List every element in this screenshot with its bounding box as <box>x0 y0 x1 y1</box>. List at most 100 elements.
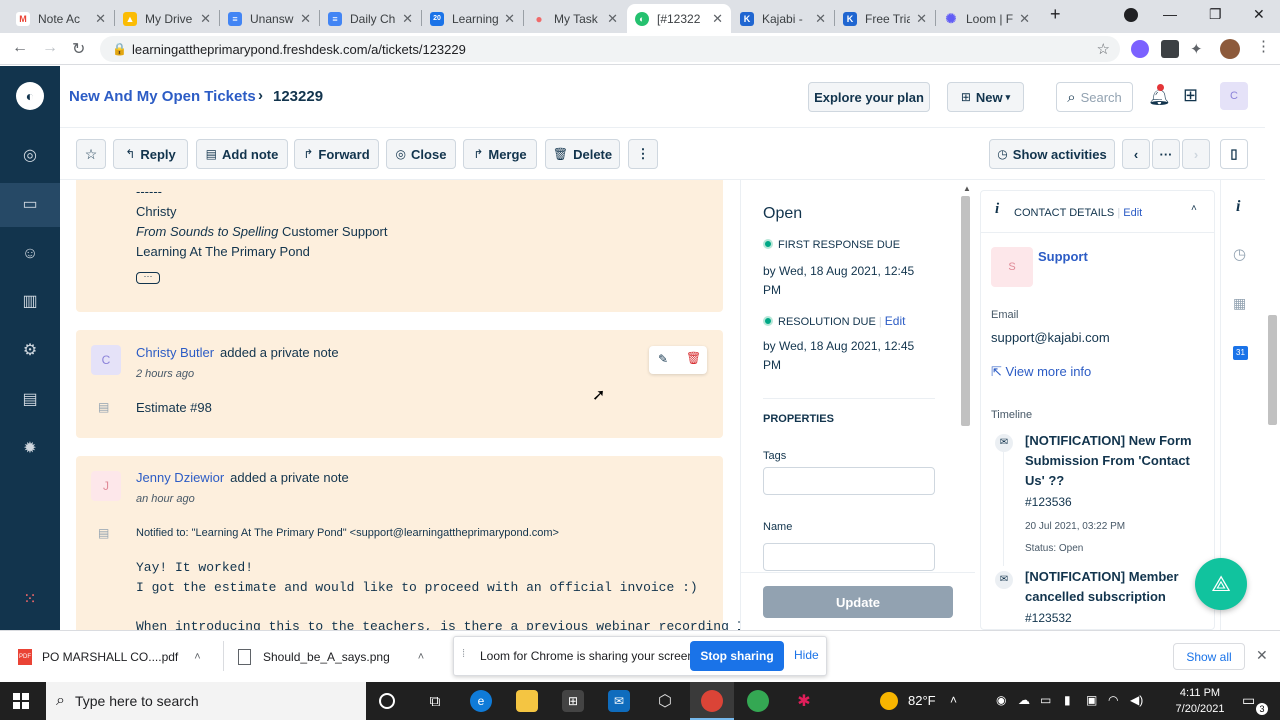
knowledge-base-icon[interactable]: ▥ <box>20 292 40 312</box>
forward-button[interactable]: ↱ Forward <box>294 139 379 169</box>
timeline-item-title[interactable]: [NOTIFICATION] Member cancelled subscrip… <box>1025 567 1210 607</box>
extensions-puzzle-icon[interactable]: ✦ <box>1190 40 1208 58</box>
wifi-icon[interactable]: ◠ <box>1108 693 1118 707</box>
dashboard-icon[interactable]: ◎ <box>20 146 40 166</box>
chrome-profile-icon[interactable] <box>747 690 769 712</box>
close-tab-icon[interactable]: ✕ <box>712 11 723 27</box>
freddy-ai-button[interactable]: ⟁ <box>1195 558 1247 610</box>
properties-scrollbar[interactable] <box>961 196 970 426</box>
cortana-icon[interactable] <box>379 693 395 709</box>
close-tab-icon[interactable]: ✕ <box>300 11 311 27</box>
close-ticket-button[interactable]: ◎ Close <box>386 139 456 169</box>
gift-icon[interactable]: ⊞ <box>1183 85 1198 106</box>
google-calendar-app-icon[interactable]: 31 <box>1233 346 1248 360</box>
ticket-nav-more-button[interactable]: ··· <box>1152 139 1180 169</box>
new-dropdown-button[interactable]: ⊞ New ▾ <box>947 82 1024 112</box>
reload-icon[interactable]: ↻ <box>72 39 85 59</box>
close-tab-icon[interactable]: ✕ <box>1019 11 1030 27</box>
user-avatar[interactable]: C <box>1220 82 1248 110</box>
close-window-icon[interactable]: ✕ <box>1253 6 1265 23</box>
author-link[interactable]: Jenny Dziewior <box>136 470 224 485</box>
app-icon[interactable]: ⬡ <box>654 690 676 712</box>
stop-sharing-button[interactable]: Stop sharing <box>690 641 784 671</box>
browser-tab[interactable]: M Note Ac ✕ <box>8 4 114 33</box>
tags-input[interactable] <box>763 467 935 495</box>
taskbar-search-box[interactable]: ⌕ Type here to search <box>46 682 366 720</box>
close-tab-icon[interactable]: ✕ <box>504 11 515 27</box>
close-tab-icon[interactable]: ✕ <box>916 11 927 27</box>
update-button[interactable]: Update <box>763 586 953 618</box>
browser-tab-active[interactable]: ◐ [#12322 ✕ <box>627 4 731 33</box>
display-icon[interactable]: ▣ <box>1086 693 1097 707</box>
star-ticket-button[interactable]: ☆ <box>76 139 106 169</box>
close-downloads-icon[interactable]: ✕ <box>1256 647 1268 664</box>
edit-contact-link[interactable]: Edit <box>1123 207 1142 219</box>
edit-resolution-link[interactable]: Edit <box>885 314 906 328</box>
close-tab-icon[interactable]: ✕ <box>607 11 618 27</box>
page-scrollbar[interactable] <box>1268 315 1277 425</box>
explore-plan-button[interactable]: Explore your plan <box>808 82 930 112</box>
onedrive-icon[interactable]: ☁ <box>1018 693 1030 707</box>
network-icon[interactable]: ▭ <box>1040 693 1051 707</box>
reports-icon[interactable]: ▤ <box>20 390 40 410</box>
browser-tab[interactable]: ▲ My Drive ✕ <box>115 4 219 33</box>
drag-handle-icon[interactable]: ⁞ <box>462 648 465 660</box>
file-explorer-icon[interactable] <box>516 690 538 712</box>
search-button[interactable]: ⌕ Search <box>1056 82 1133 112</box>
omnibox[interactable]: 🔒 learningattheprimarypond.freshdesk.com… <box>100 36 1120 62</box>
extension-icon[interactable] <box>1131 40 1149 58</box>
collapse-chevron-icon[interactable]: ˄ <box>1191 203 1197 214</box>
next-ticket-button[interactable]: › <box>1182 139 1210 169</box>
download-item[interactable]: Should_be_A_says.png ˄ <box>238 649 424 665</box>
taskbar-clock[interactable]: 4:11 PM 7/20/2021 <box>1172 685 1228 717</box>
close-tab-icon[interactable]: ✕ <box>815 11 826 27</box>
info-icon[interactable]: i <box>1236 198 1240 216</box>
windows-start-icon[interactable] <box>13 693 29 709</box>
apps-grid-icon[interactable]: ⁙ <box>20 590 40 610</box>
action-center-icon[interactable]: ▭ <box>1242 692 1255 709</box>
view-more-info-link[interactable]: ⇱ View more info <box>991 364 1091 380</box>
microsoft-store-icon[interactable]: ⊞ <box>562 690 584 712</box>
expand-quoted-text-button[interactable]: ··· <box>136 272 160 284</box>
tickets-icon[interactable]: ▭ <box>0 183 60 227</box>
timeline-item-title[interactable]: [NOTIFICATION] New Form Submission From … <box>1025 431 1210 491</box>
bookmark-star-icon[interactable]: ☆ <box>1097 40 1110 58</box>
edit-pencil-icon[interactable]: ✎ <box>658 352 668 366</box>
merge-button[interactable]: ↱ Merge <box>463 139 537 169</box>
tray-app-icon[interactable]: ◉ <box>996 693 1006 707</box>
tab-search-icon[interactable] <box>1124 8 1138 22</box>
browser-tab[interactable]: ≡ Unansw ✕ <box>220 4 319 33</box>
browser-tab[interactable]: ≡ Daily Ch ✕ <box>320 4 421 33</box>
browser-tab[interactable]: ✺ Loom | F ✕ <box>936 4 1038 33</box>
name-input[interactable] <box>763 543 935 571</box>
maximize-icon[interactable]: ❐ <box>1209 6 1222 23</box>
chrome-menu-icon[interactable]: ⋮ <box>1256 37 1274 55</box>
minimize-icon[interactable]: — <box>1163 6 1177 22</box>
breadcrumb-ticket-list[interactable]: New And My Open Tickets <box>69 88 256 105</box>
new-tab-icon[interactable]: + <box>1050 4 1061 25</box>
extension-icon[interactable] <box>1161 40 1179 58</box>
forums-icon[interactable]: ⚙ <box>20 341 40 361</box>
scroll-up-icon[interactable]: ▲ <box>963 184 971 193</box>
author-link[interactable]: Christy Butler <box>136 345 214 360</box>
delete-trash-icon[interactable]: 🗑︎ <box>686 351 701 365</box>
hide-share-bar-button[interactable]: Hide <box>794 648 819 662</box>
edge-browser-icon[interactable]: e <box>470 690 492 712</box>
close-tab-icon[interactable]: ✕ <box>200 11 211 27</box>
volume-icon[interactable]: ◀) <box>1130 693 1143 707</box>
contacts-icon[interactable]: ☺ <box>20 244 40 264</box>
browser-tab[interactable]: 20 Learning ✕ <box>422 4 523 33</box>
timer-icon[interactable]: ◷ <box>1233 245 1246 263</box>
weather-temp[interactable]: 82°F <box>908 693 936 708</box>
admin-settings-icon[interactable]: ✹ <box>20 439 40 459</box>
delete-button[interactable]: 🗑︎ Delete <box>545 139 620 169</box>
close-tab-icon[interactable]: ✕ <box>95 11 106 27</box>
task-view-icon[interactable]: ⧉ <box>424 690 446 712</box>
mail-icon[interactable]: ✉ <box>608 690 630 712</box>
show-all-downloads-button[interactable]: Show all <box>1173 643 1245 670</box>
slack-icon[interactable]: ✱ <box>793 690 815 712</box>
add-note-button[interactable]: ▤ Add note <box>196 139 288 169</box>
browser-tab[interactable]: K Kajabi - ✕ <box>732 4 834 33</box>
browser-tab[interactable]: ● My Task ✕ <box>524 4 626 33</box>
contact-name-link[interactable]: Support <box>1038 249 1088 264</box>
